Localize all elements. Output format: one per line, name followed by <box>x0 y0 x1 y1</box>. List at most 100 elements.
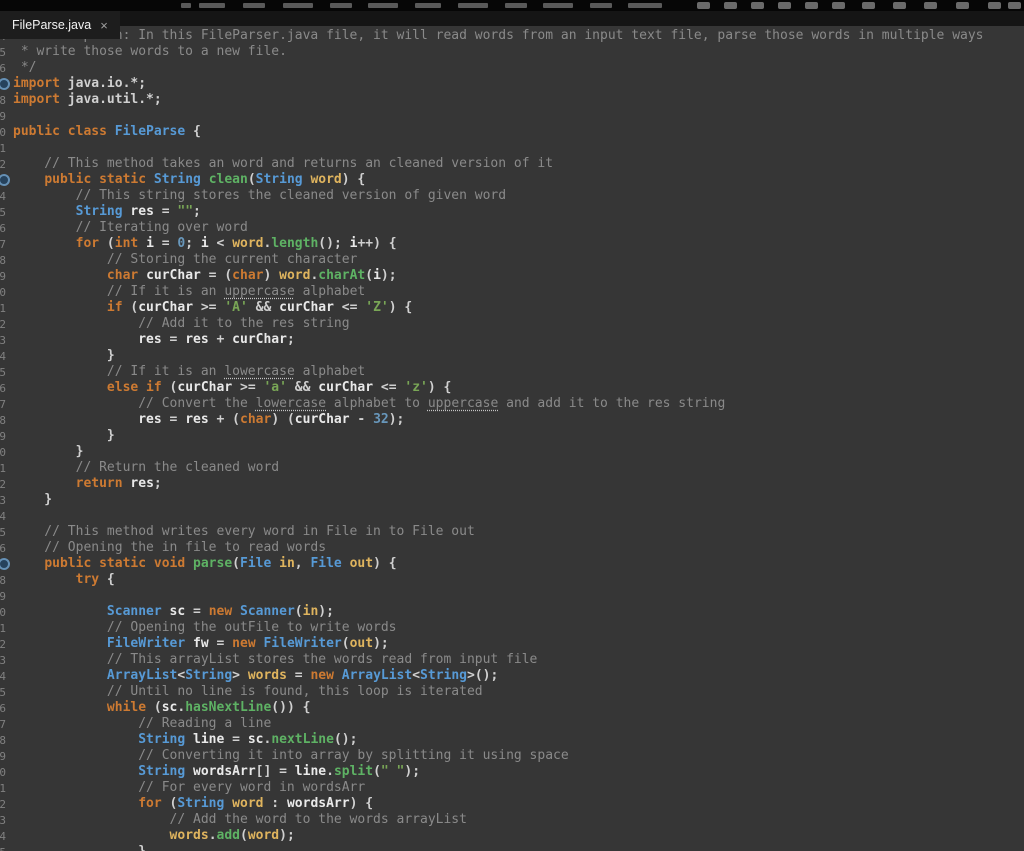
gutter-line-number[interactable]: 54 <box>0 828 6 844</box>
gutter-line-number[interactable]: 49 <box>0 748 6 764</box>
gutter-line-number[interactable]: 42 <box>0 636 6 652</box>
code-text: // Add the word to the words arrayList <box>13 812 467 827</box>
code-line: 34 <box>0 508 1024 524</box>
code-text: // Iterating over word <box>13 220 248 235</box>
code-line: 52 for (String word : wordsArr) { <box>0 796 1024 812</box>
code-text: ArrayList<String> words = new ArrayList<… <box>106 668 499 683</box>
code-line: 4 * Description: In this FileParser.java… <box>0 28 1024 44</box>
gutter-marker-icon[interactable] <box>0 174 10 186</box>
code-text: // Until no line is found, this loop is … <box>13 684 483 699</box>
code-line: 30 } <box>0 444 1024 460</box>
tab-close-icon[interactable]: × <box>100 19 108 32</box>
code-editor[interactable]: 4 * Description: In this FileParser.java… <box>0 26 1024 851</box>
code-text: public static void parse(File in, File o… <box>44 556 397 571</box>
menu-item-fragment <box>181 3 191 8</box>
gutter-line-number[interactable]: 45 <box>0 684 6 700</box>
code-text: } <box>13 428 115 443</box>
gutter-line-number[interactable]: 19 <box>0 268 6 284</box>
code-text: // Reading a line <box>13 716 272 731</box>
code-line: 48 String line = sc.nextLine(); <box>0 732 1024 748</box>
gutter-line-number[interactable]: 22 <box>0 316 6 332</box>
gutter-line-number[interactable]: 14 <box>0 188 6 204</box>
gutter-line-number[interactable]: 21 <box>0 300 6 316</box>
gutter-line-number[interactable]: 55 <box>0 844 6 851</box>
status-icon <box>988 2 1001 9</box>
code-text: else if (curChar >= 'a' && curChar <= 'z… <box>106 380 452 395</box>
gutter-line-number[interactable]: 51 <box>0 780 6 796</box>
gutter-line-number[interactable]: 15 <box>0 204 6 220</box>
status-icon <box>924 2 937 9</box>
code-text: if (curChar >= 'A' && curChar <= 'Z') { <box>106 300 413 315</box>
gutter-line-number[interactable]: 44 <box>0 668 6 684</box>
gutter-line-number[interactable]: 18 <box>0 252 6 268</box>
code-text: import java.io.*; <box>13 76 147 91</box>
code-line: 9 <box>0 108 1024 124</box>
gutter-line-number[interactable]: 40 <box>0 604 6 620</box>
code-text: * Description: In this FileParser.java f… <box>13 28 984 43</box>
code-text: // Storing the current character <box>13 252 358 267</box>
gutter-line-number[interactable]: 34 <box>0 508 6 524</box>
code-text: char curChar = (char) word.charAt(i); <box>106 268 397 283</box>
code-line: 26 else if (curChar >= 'a' && curChar <=… <box>0 380 1024 396</box>
gutter-line-number[interactable]: 33 <box>0 492 6 508</box>
gutter-line-number[interactable]: 25 <box>0 364 6 380</box>
code-text: for (int i = 0; i < word.length(); i++) … <box>75 236 397 251</box>
code-text: // This method takes an word and returns… <box>13 156 554 171</box>
gutter-line-number[interactable]: 53 <box>0 812 6 828</box>
status-icon <box>751 2 764 9</box>
gutter-line-number[interactable]: 48 <box>0 732 6 748</box>
code-text: // Opening the in file to read words <box>13 540 327 555</box>
gutter-line-number[interactable]: 16 <box>0 220 6 236</box>
code-line: 22 // Add it to the res string <box>0 316 1024 332</box>
status-icon <box>1008 2 1021 9</box>
gutter-line-number[interactable]: 29 <box>0 428 6 444</box>
status-icon <box>697 2 710 9</box>
gutter-marker-icon[interactable] <box>0 558 10 570</box>
code-text: String res = ""; <box>75 204 201 219</box>
gutter-line-number[interactable]: 52 <box>0 796 6 812</box>
code-line: 23 res = res + curChar; <box>0 332 1024 348</box>
code-line: 32 return res; <box>0 476 1024 492</box>
code-text: res = res + curChar; <box>138 332 295 347</box>
gutter-line-number[interactable]: 28 <box>0 412 6 428</box>
gutter-line-number[interactable]: 46 <box>0 700 6 716</box>
gutter-line-number[interactable]: 30 <box>0 444 6 460</box>
gutter-line-number[interactable]: 47 <box>0 716 6 732</box>
gutter-line-number[interactable]: 32 <box>0 476 6 492</box>
gutter-line-number[interactable]: 10 <box>0 124 6 140</box>
code-text: // Convert the lowercase alphabet to upp… <box>13 396 726 411</box>
gutter-line-number[interactable]: 9 <box>0 108 6 124</box>
gutter-line-number[interactable]: 5 <box>0 44 6 60</box>
menu-item-fragment <box>199 3 225 8</box>
code-line: 8 import java.util.*; <box>0 92 1024 108</box>
gutter-line-number[interactable]: 12 <box>0 156 6 172</box>
gutter-line-number[interactable]: 31 <box>0 460 6 476</box>
gutter-marker-icon[interactable] <box>0 78 10 90</box>
tab-fileparse-java[interactable]: FileParse.java × <box>0 11 120 39</box>
code-line: 37 public static void parse(File in, Fil… <box>0 556 1024 572</box>
code-line: 49 // Converting it into array by splitt… <box>0 748 1024 764</box>
status-icon <box>832 2 845 9</box>
code-line: 24 } <box>0 348 1024 364</box>
gutter-line-number[interactable]: 36 <box>0 540 6 556</box>
gutter-line-number[interactable]: 26 <box>0 380 6 396</box>
gutter-line-number[interactable]: 50 <box>0 764 6 780</box>
gutter-line-number[interactable]: 23 <box>0 332 6 348</box>
gutter-line-number[interactable]: 41 <box>0 620 6 636</box>
code-text: public static String clean(String word) … <box>44 172 366 187</box>
gutter-line-number[interactable]: 11 <box>0 140 6 156</box>
menubar <box>0 0 1024 11</box>
gutter-line-number[interactable]: 38 <box>0 572 6 588</box>
gutter-line-number[interactable]: 24 <box>0 348 6 364</box>
code-line: 25 // If it is an lowercase alphabet <box>0 364 1024 380</box>
gutter-line-number[interactable]: 17 <box>0 236 6 252</box>
gutter-line-number[interactable]: 43 <box>0 652 6 668</box>
gutter-line-number[interactable]: 27 <box>0 396 6 412</box>
gutter-line-number[interactable]: 8 <box>0 92 6 108</box>
code-text: } <box>13 844 146 851</box>
gutter-line-number[interactable]: 35 <box>0 524 6 540</box>
code-line: 33 } <box>0 492 1024 508</box>
gutter-line-number[interactable]: 39 <box>0 588 6 604</box>
gutter-line-number[interactable]: 6 <box>0 60 6 76</box>
gutter-line-number[interactable]: 20 <box>0 284 6 300</box>
